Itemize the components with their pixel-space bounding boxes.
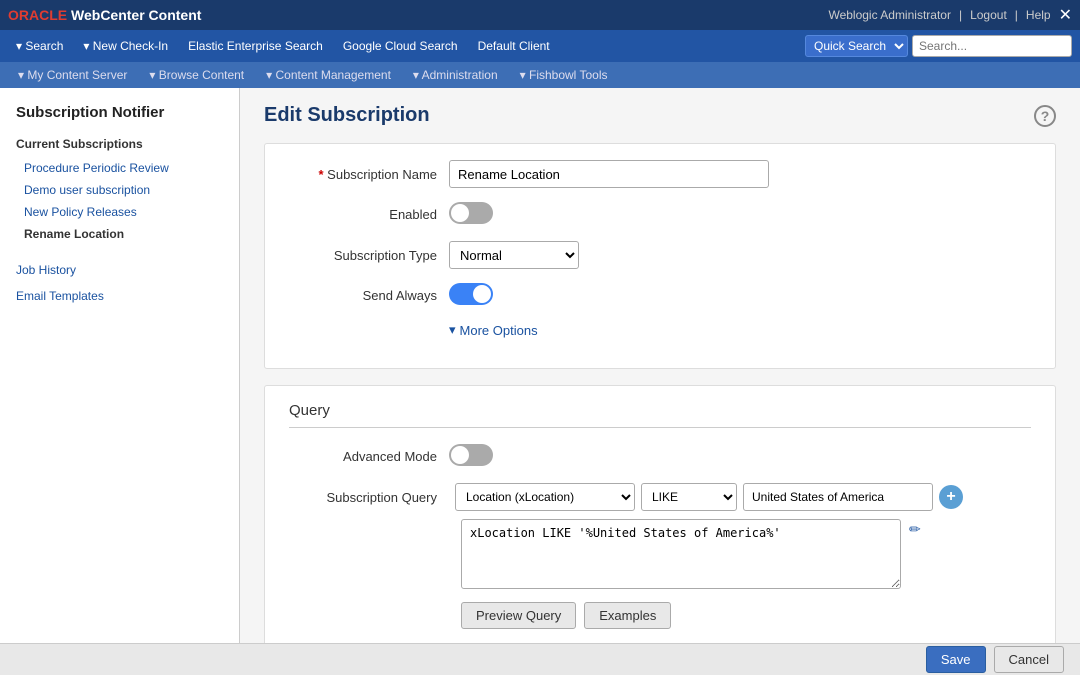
quick-search-select[interactable]: Quick Search (805, 35, 908, 57)
subscription-type-select[interactable]: Normal Advanced (449, 241, 579, 269)
subscription-name-row: Subscription Name (289, 160, 1031, 188)
nav-checkin[interactable]: ▾ New Check-In (75, 35, 176, 57)
send-always-toggle[interactable] (449, 283, 493, 305)
close-icon[interactable]: ✕ (1059, 5, 1072, 25)
send-always-label: Send Always (289, 288, 449, 303)
subnav-content-mgmt[interactable]: ▾ Content Management (256, 66, 401, 84)
nav-elastic[interactable]: Elastic Enterprise Search (180, 35, 331, 57)
subscription-name-input[interactable] (449, 160, 769, 188)
preview-query-button[interactable]: Preview Query (461, 602, 576, 629)
query-field-select[interactable]: Location (xLocation) Title Author Type (455, 483, 635, 511)
content-area: Edit Subscription ? Subscription Name En… (240, 88, 1080, 643)
sidebar-item-newpolicy[interactable]: New Policy Releases (0, 201, 239, 223)
advanced-mode-toggle[interactable] (449, 444, 493, 466)
more-options-value: ▾ More Options (449, 322, 1031, 338)
subscription-type-value: Normal Advanced (449, 241, 1031, 269)
subnav-admin[interactable]: ▾ Administration (403, 66, 508, 84)
product-name: WebCenter Content (67, 7, 201, 23)
enabled-value (449, 202, 1031, 227)
enabled-row: Enabled (289, 202, 1031, 227)
cancel-button[interactable]: Cancel (994, 646, 1064, 673)
save-button[interactable]: Save (926, 646, 986, 673)
help-icon[interactable]: ? (1034, 105, 1056, 127)
enabled-label: Enabled (289, 207, 449, 222)
logout-link[interactable]: Logout (970, 8, 1007, 22)
sidebar-item-jobhistory[interactable]: Job History (0, 257, 239, 283)
search-input[interactable] (912, 35, 1072, 57)
brand-area: ORACLE WebCenter Content (8, 7, 201, 23)
query-section: Query Advanced Mode Subscription Query L… (264, 385, 1056, 643)
nav-default[interactable]: Default Client (470, 35, 558, 57)
edit-icon[interactable]: ✏ (907, 519, 923, 540)
subnav-browse[interactable]: ▾ Browse Content (139, 66, 254, 84)
query-expression-textarea[interactable]: xLocation LIKE '%United States of Americ… (461, 519, 901, 589)
bottom-bar: Save Cancel (0, 643, 1080, 675)
enabled-slider (449, 202, 493, 224)
nav-bar: ▾ Search ▾ New Check-In Elastic Enterpri… (0, 30, 1080, 62)
user-area: Weblogic Administrator | Logout | Help ✕ (828, 5, 1072, 25)
form-section: Subscription Name Enabled Subscription T… (264, 143, 1056, 369)
query-operator-select[interactable]: LIKE = != CONTAINS (641, 483, 737, 511)
sidebar-title: Subscription Notifier (0, 104, 239, 133)
page-title: Edit Subscription (264, 104, 430, 127)
advanced-mode-slider (449, 444, 493, 466)
send-always-value (449, 283, 1031, 308)
page-title-row: Edit Subscription ? (264, 104, 1056, 127)
sub-nav: ▾ My Content Server ▾ Browse Content ▾ C… (0, 62, 1080, 88)
more-options-label: More Options (460, 323, 538, 338)
advanced-mode-value (449, 444, 1031, 469)
more-options-row: ▾ More Options (289, 322, 1031, 338)
sidebar-item-emailtemplates[interactable]: Email Templates (0, 283, 239, 309)
subnav-myserver[interactable]: ▾ My Content Server (8, 66, 137, 84)
advanced-mode-row: Advanced Mode (289, 444, 1031, 469)
examples-button[interactable]: Examples (584, 602, 671, 629)
sidebar: Subscription Notifier Current Subscripti… (0, 88, 240, 643)
query-textarea-wrapper: xLocation LIKE '%United States of Americ… (461, 519, 901, 592)
subscription-query-label: Subscription Query (289, 490, 449, 505)
add-query-button[interactable]: + (939, 485, 963, 509)
subscription-name-label: Subscription Name (289, 167, 449, 182)
sidebar-item-procedure[interactable]: Procedure Periodic Review (0, 157, 239, 179)
oracle-text: ORACLE (8, 7, 67, 23)
query-textarea-row: xLocation LIKE '%United States of Americ… (461, 519, 1031, 592)
query-section-header: Query (289, 402, 1031, 428)
advanced-mode-label: Advanced Mode (289, 449, 449, 464)
enabled-toggle[interactable] (449, 202, 493, 224)
main-layout: Subscription Notifier Current Subscripti… (0, 88, 1080, 643)
more-options-link[interactable]: ▾ More Options (449, 322, 538, 338)
sidebar-item-demo[interactable]: Demo user subscription (0, 179, 239, 201)
subscription-name-value (449, 160, 1031, 188)
subscription-query-row: Subscription Query Location (xLocation) … (289, 483, 1031, 511)
chevron-down-icon: ▾ (449, 322, 456, 338)
query-value-input[interactable] (743, 483, 933, 511)
search-area: Quick Search (805, 35, 1072, 57)
oracle-logo: ORACLE WebCenter Content (8, 7, 201, 23)
user-name: Weblogic Administrator (828, 8, 951, 22)
query-buttons: Preview Query Examples (461, 602, 1031, 629)
top-bar: ORACLE WebCenter Content Weblogic Admini… (0, 0, 1080, 30)
sidebar-item-rename[interactable]: Rename Location (0, 223, 239, 245)
subnav-fishbowl[interactable]: ▾ Fishbowl Tools (510, 66, 618, 84)
subscription-type-row: Subscription Type Normal Advanced (289, 241, 1031, 269)
nav-google[interactable]: Google Cloud Search (335, 35, 466, 57)
sidebar-section-title: Current Subscriptions (0, 133, 239, 157)
nav-search[interactable]: ▾ Search (8, 35, 71, 57)
send-always-row: Send Always (289, 283, 1031, 308)
help-link[interactable]: Help (1026, 8, 1051, 22)
send-always-slider (449, 283, 493, 305)
subscription-type-label: Subscription Type (289, 248, 449, 263)
